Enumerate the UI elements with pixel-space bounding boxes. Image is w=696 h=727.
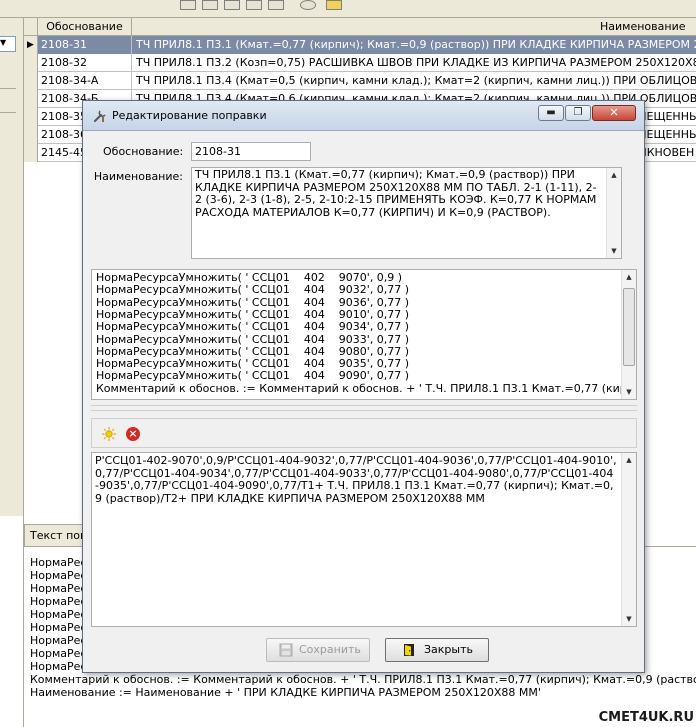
toolbar-button[interactable] — [180, 0, 196, 10]
formula-textarea[interactable]: Р'ССЦ01-402-9070',0,9/Р'ССЦ01-404-9032',… — [91, 452, 637, 627]
sun-sparkle-icon — [102, 427, 116, 441]
scroll-down-icon[interactable]: ▼ — [607, 244, 621, 258]
list-item[interactable]: НормаРесурсаУмножить( ' ССЦ01 404 9033',… — [96, 333, 409, 346]
scroll-down-icon[interactable]: ▼ — [622, 612, 636, 626]
row-name: ТЧ ПРИЛ8.1 П3.2 (Козп=0,75) РАСШИВКА ШВО… — [136, 56, 696, 69]
name-label: Наименование: — [93, 170, 183, 183]
bottom-text-line: НормаРес — [30, 582, 87, 595]
scroll-thumb[interactable] — [623, 288, 635, 366]
resource-list[interactable]: НормаРесурсаУмножить( ' ССЦ01 402 9070',… — [91, 269, 637, 400]
scroll-up-icon[interactable]: ▲ — [607, 168, 621, 182]
left-panel — [0, 18, 24, 516]
formula-text: Р'ССЦ01-402-9070',0,9/Р'ССЦ01-404-9032',… — [95, 454, 617, 505]
code-label: Обоснование: — [103, 145, 184, 158]
close-button-label: Закрыть — [424, 643, 473, 656]
bottom-text-line: НормаРес — [30, 634, 87, 647]
toolbar-button[interactable] — [246, 0, 262, 10]
row-name: ТЧ ПРИЛ8.1 П3.1 (Кмат.=0,77 (кирпич); Км… — [132, 36, 696, 54]
main-toolbar — [0, 0, 696, 18]
tools-icon — [93, 109, 107, 123]
floppy-disk-icon — [279, 643, 293, 657]
bottom-text-line: Комментарий к обоснов. := Комментарий к … — [30, 673, 696, 686]
left-divider — [0, 112, 16, 113]
column-header-name[interactable]: Наименование — [132, 18, 696, 36]
name-textarea[interactable]: ТЧ ПРИЛ8.1 П3.1 (Кмат.=0,77 (кирпич); Км… — [191, 167, 622, 259]
save-button-label: Сохранить — [299, 643, 361, 656]
list-item[interactable]: Комментарий к обоснов. := Комментарий к … — [96, 382, 636, 395]
bottom-left-strip — [0, 516, 24, 727]
row-indicator — [24, 144, 38, 162]
bottom-text-line: Наименование := Наименование + ' ПРИ КЛА… — [30, 686, 541, 699]
scroll-up-icon[interactable]: ▲ — [622, 270, 636, 284]
name-scrollbar[interactable]: ▲ ▼ — [606, 168, 621, 258]
scroll-down-icon[interactable]: ▼ — [622, 385, 636, 399]
bottom-text-line: НормаРес — [30, 595, 87, 608]
resource-list-scrollbar[interactable]: ▲ ▼ — [621, 270, 636, 399]
toolbar-round-button[interactable] — [300, 0, 316, 10]
row-indicator — [24, 126, 38, 144]
table-row[interactable]: 2108-32 ТЧ ПРИЛ8.1 П3.2 (Козп=0,75) РАСШ… — [24, 54, 696, 72]
grid-header-indicator — [24, 18, 38, 36]
chevron-down-icon[interactable]: ▼ — [0, 38, 6, 47]
list-item[interactable]: НормаРесурсаУмножить( ' ССЦ01 404 9032',… — [96, 283, 409, 296]
stop-icon: × — [126, 427, 140, 441]
code-input[interactable]: 2108-31 — [191, 142, 311, 161]
panel-splitter[interactable] — [91, 405, 637, 411]
row-indicator — [24, 90, 38, 108]
dialog-title: Редактирование поправки — [112, 109, 267, 122]
bottom-text-line: НормаРес — [30, 569, 87, 582]
stop-button[interactable]: × — [122, 423, 144, 445]
bottom-text-line: НормаРес — [30, 556, 87, 569]
scroll-up-icon[interactable]: ▲ — [622, 453, 636, 467]
column-header-code[interactable]: Обоснование — [38, 18, 132, 36]
name-text: ТЧ ПРИЛ8.1 П3.1 (Кмат.=0,77 (кирпич); Км… — [195, 168, 597, 219]
dialog-titlebar[interactable]: Редактирование поправки ▬ ❐ ✕ — [83, 101, 644, 131]
row-code: 2108-34-А — [38, 72, 132, 90]
table-row[interactable]: ▶ 2108-31 ТЧ ПРИЛ8.1 П3.1 (Кмат.=0,77 (к… — [24, 36, 696, 54]
bottom-text-line: НормаРес — [30, 660, 87, 673]
minimize-button[interactable]: ▬ — [538, 105, 564, 121]
bottom-text-line: НормаРес — [30, 608, 87, 621]
row-indicator — [24, 54, 38, 72]
new-button[interactable] — [98, 423, 120, 445]
row-name: ТЧ ПРИЛ8.1 П3.4 (Кмат=0,5 (кирпич, камни… — [136, 74, 696, 87]
formula-scrollbar[interactable]: ▲ ▼ — [621, 453, 636, 626]
toolbar-button[interactable] — [224, 0, 240, 10]
bottom-text-line: НормаРес — [30, 647, 87, 660]
row-indicator — [24, 72, 38, 90]
toolbar-button[interactable] — [202, 0, 218, 10]
watermark: СМЕТ4UK.RU — [598, 710, 694, 725]
tab-text-label: Текст поп — [30, 529, 88, 542]
row-code: 2108-32 — [38, 54, 132, 72]
toolbar-button[interactable] — [268, 0, 284, 10]
table-row[interactable]: 2108-34-А ТЧ ПРИЛ8.1 П3.4 (Кмат=0,5 (кир… — [24, 72, 696, 90]
edit-correction-dialog: Редактирование поправки ▬ ❐ ✕ Обосновани… — [82, 100, 645, 673]
close-window-button[interactable]: ✕ — [592, 105, 636, 121]
list-item[interactable]: НормаРесурсаУмножить( ' ССЦ01 404 9090',… — [96, 370, 409, 383]
close-button[interactable]: Закрыть — [385, 638, 489, 662]
grid-header: Обоснование Наименование — [24, 18, 696, 36]
row-pointer-icon: ▶ — [24, 36, 38, 54]
save-button[interactable]: Сохранить — [266, 638, 370, 662]
left-divider — [0, 88, 16, 89]
list-item[interactable]: НормаРесурсаУмножить( ' ССЦ01 404 9034',… — [96, 320, 409, 333]
toolbar-folder-icon[interactable] — [326, 0, 342, 10]
formula-toolbar: × — [91, 418, 637, 448]
row-indicator — [24, 108, 38, 126]
door-exit-icon — [404, 644, 414, 656]
bottom-text-line: НормаРес — [30, 621, 87, 634]
row-code: 2108-31 — [38, 36, 132, 54]
maximize-button[interactable]: ❐ — [565, 105, 591, 121]
